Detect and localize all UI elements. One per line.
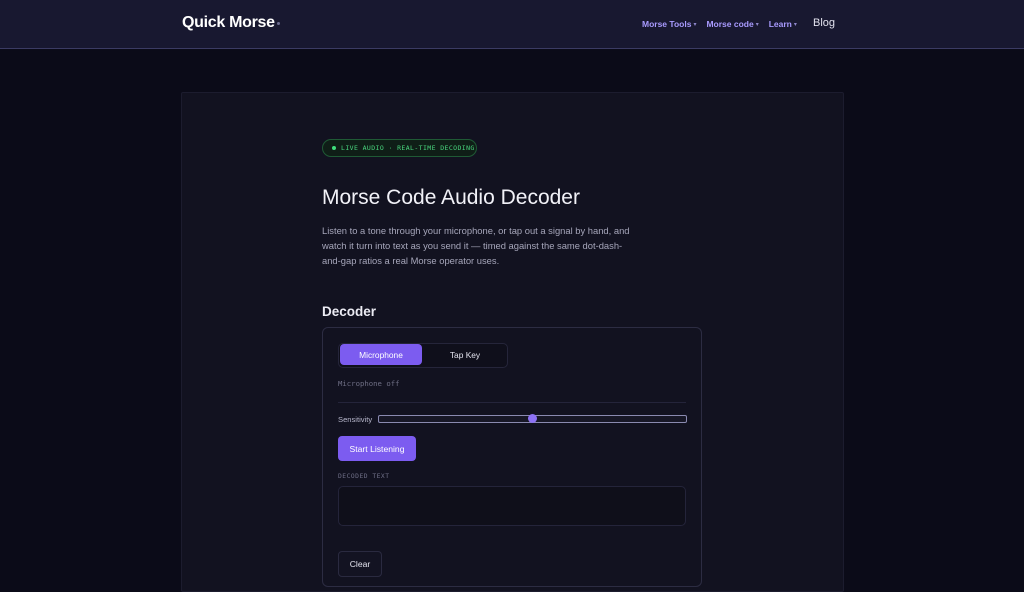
decoder-section-title: Decoder — [322, 304, 377, 319]
tab-tap-key[interactable]: Tap Key — [424, 344, 506, 365]
sensitivity-slider[interactable] — [378, 414, 687, 423]
decoded-text-output[interactable] — [338, 486, 686, 526]
nav-item-label: Morse Tools — [642, 19, 692, 29]
decoded-text-label: DECODED TEXT — [338, 473, 390, 480]
logo-text: Quick Morse — [182, 14, 275, 31]
level-meter — [338, 402, 686, 403]
status-dot-icon — [332, 146, 336, 150]
nav-blog-link[interactable]: Blog — [813, 17, 835, 29]
tab-microphone[interactable]: Microphone — [340, 344, 422, 365]
nav-item-label: Morse code — [706, 19, 754, 29]
nav-item-morse-code[interactable]: Morse code ▾ — [706, 19, 758, 29]
page-title: Morse Code Audio Decoder — [322, 186, 580, 209]
chevron-down-icon: ▾ — [693, 21, 697, 28]
start-listening-button[interactable]: Start Listening — [338, 436, 416, 461]
nav-links: Morse Tools ▾ Morse code ▾ Learn ▾ — [642, 19, 807, 29]
page-description: Listen to a tone through your microphone… — [322, 225, 630, 266]
top-nav: Quick Morse Morse Tools ▾ Morse code ▾ L… — [0, 0, 1024, 49]
live-audio-badge: LIVE AUDIO · REAL-TIME DECODING — [322, 139, 477, 157]
chevron-down-icon: ▾ — [755, 21, 759, 28]
microphone-status: Microphone off — [338, 379, 400, 388]
badge-text: LIVE AUDIO · REAL-TIME DECODING — [341, 144, 475, 152]
clear-button[interactable]: Clear — [338, 551, 382, 577]
logo-dot-icon — [276, 22, 280, 25]
nav-item-morse-tools[interactable]: Morse Tools ▾ — [642, 19, 696, 29]
logo[interactable]: Quick Morse — [182, 14, 280, 32]
nav-item-label: Learn — [768, 19, 792, 29]
slider-thumb[interactable] — [528, 414, 537, 423]
sensitivity-label: Sensitivity — [338, 415, 373, 424]
chevron-down-icon: ▾ — [793, 21, 797, 28]
nav-item-learn[interactable]: Learn ▾ — [769, 19, 797, 29]
